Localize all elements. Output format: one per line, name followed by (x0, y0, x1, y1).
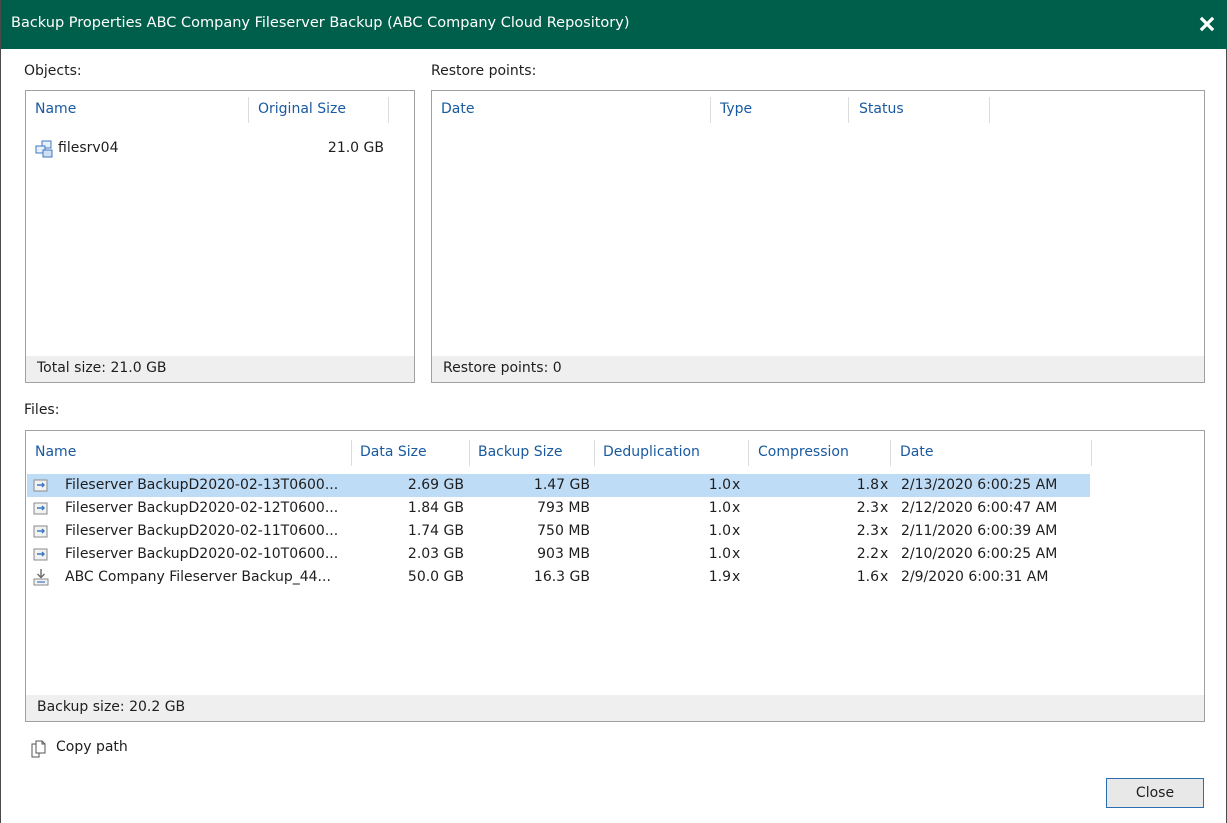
restore-points-count: Restore points: 0 (443, 360, 562, 376)
files-list[interactable]: Name Data Size Backup Size Deduplication… (25, 430, 1205, 722)
files-column-name[interactable]: Name (35, 444, 76, 466)
restore-points-column-status[interactable]: Status (859, 101, 904, 123)
incremental-backup-file-icon (32, 523, 50, 540)
window-title: Backup Properties ABC Company Fileserver… (11, 15, 630, 31)
ratio-suffix: x (732, 500, 741, 516)
copy-icon (29, 739, 49, 759)
objects-column-original-size[interactable]: Original Size (258, 101, 346, 123)
file-backup-size: 16.3 GB (533, 569, 590, 585)
ratio-suffix: x (732, 546, 741, 562)
files-column-backup-size[interactable]: Backup Size (478, 444, 563, 466)
files-column-deduplication[interactable]: Deduplication (603, 444, 700, 466)
object-original-size: 21.0 GB (327, 140, 384, 156)
objects-list[interactable]: Name Original Size filesrv04 21.0 GB Tot… (25, 90, 415, 383)
column-divider[interactable] (594, 440, 595, 466)
title-bar[interactable]: Backup Properties ABC Company Fileserver… (1, 0, 1227, 49)
file-date: 2/12/2020 6:00:47 AM (901, 500, 1058, 516)
file-compression: 2.2 (856, 546, 879, 562)
file-name: Fileserver BackupD2020-02-13T0600... (65, 477, 339, 493)
file-date: 2/9/2020 6:00:31 AM (901, 569, 1049, 585)
file-date: 2/11/2020 6:00:39 AM (901, 523, 1058, 539)
column-divider[interactable] (748, 440, 749, 466)
column-divider[interactable] (388, 97, 389, 123)
file-row[interactable]: Fileserver BackupD2020-02-10T0600... 2.0… (27, 543, 1090, 566)
column-divider[interactable] (248, 97, 249, 123)
restore-points-footer: Restore points: 0 (432, 356, 1204, 382)
file-data-size: 1.84 GB (407, 500, 464, 516)
file-deduplication: 1.9 (708, 569, 731, 585)
file-compression: 1.6 (856, 569, 879, 585)
file-compression: 2.3 (856, 523, 879, 539)
incremental-backup-file-icon (32, 500, 50, 517)
file-row[interactable]: Fileserver BackupD2020-02-11T0600... 1.7… (27, 520, 1090, 543)
file-name: Fileserver BackupD2020-02-10T0600... (65, 546, 339, 562)
column-divider[interactable] (848, 97, 849, 123)
close-icon[interactable] (1196, 11, 1220, 37)
ratio-suffix: x (880, 477, 889, 493)
files-column-compression[interactable]: Compression (758, 444, 849, 466)
copy-path-label: Copy path (56, 739, 128, 755)
file-compression: 1.8 (856, 477, 879, 493)
file-row[interactable]: Fileserver BackupD2020-02-12T0600... 1.8… (27, 497, 1090, 520)
ratio-suffix: x (732, 569, 741, 585)
column-divider[interactable] (890, 440, 891, 466)
file-row[interactable]: Fileserver BackupD2020-02-13T0600... 2.6… (27, 474, 1090, 497)
column-divider[interactable] (1091, 440, 1092, 466)
ratio-suffix: x (880, 546, 889, 562)
file-data-size: 2.03 GB (407, 546, 464, 562)
ratio-suffix: x (732, 477, 741, 493)
ratio-suffix: x (880, 500, 889, 516)
file-name: ABC Company Fileserver Backup_44... (65, 569, 331, 585)
incremental-backup-file-icon (32, 546, 50, 563)
ratio-suffix: x (732, 523, 741, 539)
file-date: 2/13/2020 6:00:25 AM (901, 477, 1058, 493)
object-row[interactable]: filesrv04 21.0 GB (27, 138, 413, 161)
restore-points-list[interactable]: Date Type Status Restore points: 0 (431, 90, 1205, 383)
ratio-suffix: x (880, 523, 889, 539)
file-row[interactable]: ABC Company Fileserver Backup_44... 50.0… (27, 566, 1090, 589)
file-deduplication: 1.0 (708, 500, 731, 516)
file-deduplication: 1.0 (708, 477, 731, 493)
objects-column-name[interactable]: Name (35, 101, 76, 123)
files-column-data-size[interactable]: Data Size (360, 444, 427, 466)
files-backup-size: Backup size: 20.2 GB (37, 699, 186, 715)
incremental-backup-file-icon (32, 477, 50, 494)
objects-footer: Total size: 21.0 GB (26, 356, 414, 382)
backup-properties-dialog: Backup Properties ABC Company Fileserver… (0, 0, 1227, 823)
file-backup-size: 903 MB (537, 546, 590, 562)
vm-icon (35, 140, 53, 158)
column-divider[interactable] (710, 97, 711, 123)
restore-points-column-date[interactable]: Date (441, 101, 474, 123)
column-divider[interactable] (469, 440, 470, 466)
column-divider[interactable] (351, 440, 352, 466)
file-compression: 2.3 (856, 500, 879, 516)
file-data-size: 50.0 GB (407, 569, 464, 585)
file-backup-size: 1.47 GB (533, 477, 590, 493)
file-backup-size: 793 MB (537, 500, 590, 516)
files-footer: Backup size: 20.2 GB (26, 695, 1204, 721)
files-column-date[interactable]: Date (900, 444, 933, 466)
restore-points-column-type[interactable]: Type (720, 101, 752, 123)
file-backup-size: 750 MB (537, 523, 590, 539)
restore-points-label: Restore points: (431, 63, 537, 79)
file-name: Fileserver BackupD2020-02-11T0600... (65, 523, 339, 539)
file-date: 2/10/2020 6:00:25 AM (901, 546, 1058, 562)
objects-label: Objects: (24, 63, 82, 79)
file-data-size: 1.74 GB (407, 523, 464, 539)
file-deduplication: 1.0 (708, 546, 731, 562)
full-backup-file-icon (32, 568, 50, 587)
close-button[interactable]: Close (1106, 778, 1204, 808)
object-name: filesrv04 (58, 140, 119, 156)
objects-total-size: Total size: 21.0 GB (37, 360, 167, 376)
file-data-size: 2.69 GB (407, 477, 464, 493)
files-label: Files: (24, 402, 60, 418)
column-divider[interactable] (989, 97, 990, 123)
file-deduplication: 1.0 (708, 523, 731, 539)
ratio-suffix: x (880, 569, 889, 585)
file-name: Fileserver BackupD2020-02-12T0600... (65, 500, 339, 516)
